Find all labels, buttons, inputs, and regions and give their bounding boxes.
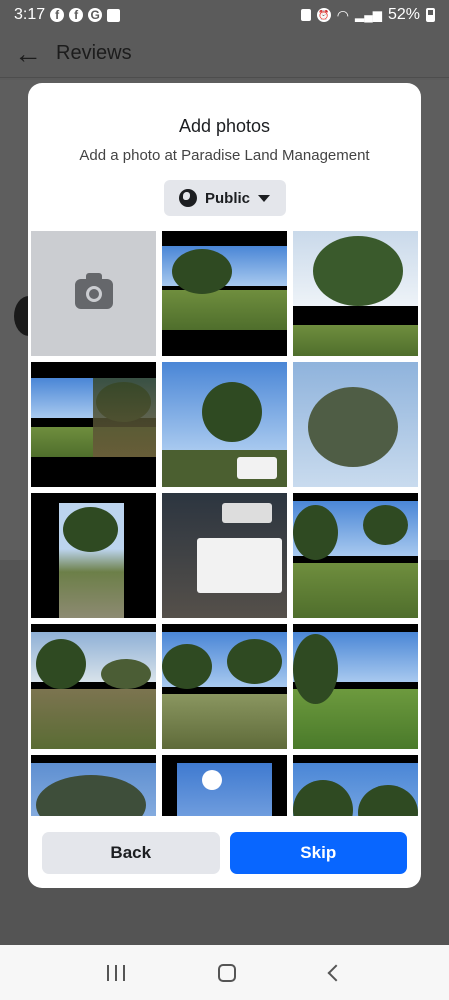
page-title: Reviews	[56, 42, 132, 64]
dialog-title: Add photos	[178, 116, 271, 136]
home-icon[interactable]	[218, 963, 237, 982]
globe-icon	[178, 189, 197, 207]
system-nav-bar	[0, 945, 449, 1000]
photo-thumbnail[interactable]	[162, 624, 287, 749]
photo-thumbnail[interactable]	[31, 755, 156, 816]
photo-thumbnail[interactable]	[293, 755, 418, 816]
app-header: ← Reviews	[0, 30, 449, 78]
recent-apps-icon[interactable]	[106, 964, 125, 981]
photo-thumbnail[interactable]	[293, 493, 418, 618]
lock-icon	[300, 9, 311, 21]
photo-thumbnail[interactable]	[31, 362, 156, 487]
photo-thumbnail[interactable]	[162, 231, 287, 356]
wifi-icon: ◠	[336, 6, 349, 23]
camera-tile[interactable]	[31, 231, 156, 356]
status-bar: 3:17 f f G ⏰ ◠ ▂▄▆ 52%	[0, 0, 449, 30]
photo-thumbnail[interactable]	[162, 755, 287, 816]
dialog-subtitle: Add a photo at Paradise Land Management	[79, 147, 370, 164]
clock: 3:17	[14, 6, 46, 23]
signal-icon: ▂▄▆	[355, 8, 382, 22]
privacy-selector[interactable]: Public	[163, 180, 286, 216]
back-button[interactable]: Back	[42, 832, 220, 874]
add-photos-dialog: Add photos Add a photo at Paradise Land …	[28, 83, 421, 888]
photo-thumbnail[interactable]	[162, 362, 287, 487]
privacy-label: Public	[204, 189, 250, 207]
photo-thumbnail[interactable]	[31, 493, 156, 618]
photo-thumbnail[interactable]	[293, 362, 418, 487]
photo-thumbnail[interactable]	[162, 493, 287, 618]
photo-thumbnail[interactable]	[293, 231, 418, 356]
skip-button[interactable]: Skip	[229, 832, 407, 874]
battery-icon	[426, 8, 435, 22]
caret-down-icon	[258, 194, 270, 202]
alarm-icon: ⏰	[316, 8, 331, 22]
photo-thumbnail[interactable]	[31, 624, 156, 749]
back-arrow-icon[interactable]: ←	[14, 38, 44, 70]
photo-thumbnail[interactable]	[293, 624, 418, 749]
camera-icon	[74, 272, 113, 309]
dialog-actions: Back Skip	[42, 832, 407, 874]
battery-percent: 52%	[387, 6, 420, 23]
google-icon: G	[88, 8, 103, 22]
back-icon[interactable]	[327, 964, 345, 981]
facebook-icon: f	[69, 8, 84, 22]
facebook-icon: f	[50, 8, 65, 22]
photo-grid	[31, 231, 418, 816]
gallery-icon	[107, 8, 121, 22]
